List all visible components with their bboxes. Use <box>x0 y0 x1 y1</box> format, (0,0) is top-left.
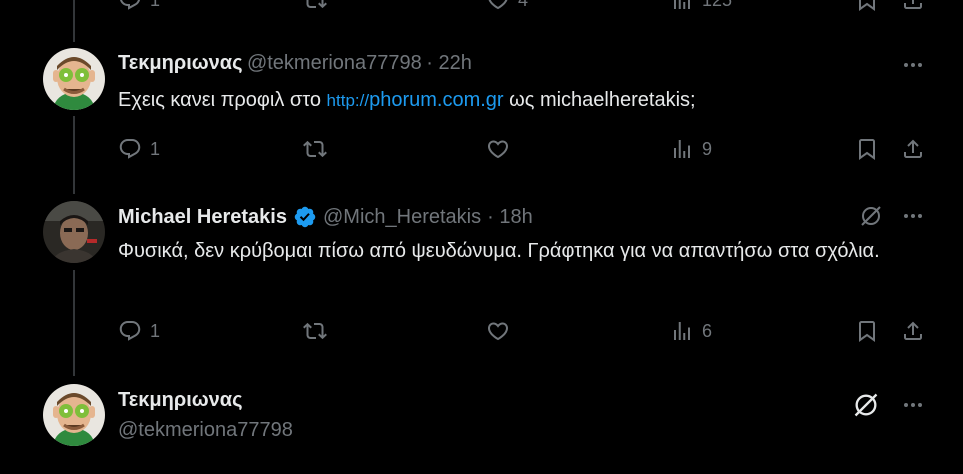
tweet-link[interactable]: http://phorum.com.gr <box>327 89 504 111</box>
share-button[interactable] <box>901 319 925 343</box>
reply-icon <box>118 0 142 12</box>
tweet-header: Michael Heretakis @Mich_Heretakis · 18h <box>118 205 533 229</box>
reply-count: 1 <box>150 138 161 159</box>
link-domain: phorum.com.gr <box>369 89 504 111</box>
like-button[interactable] <box>486 319 510 343</box>
like-button[interactable] <box>486 137 510 161</box>
thread-line <box>73 0 75 42</box>
retweet-button[interactable] <box>303 0 327 12</box>
reply-button[interactable]: 1 <box>118 319 160 343</box>
views-icon <box>670 0 694 12</box>
bookmark-button[interactable] <box>855 0 879 12</box>
more-options-button[interactable] <box>901 53 925 82</box>
retweet-icon <box>303 319 327 343</box>
reply-count: 1 <box>150 0 160 11</box>
bookmark-icon <box>855 319 879 343</box>
share-button[interactable] <box>901 0 925 12</box>
grok-icon <box>852 391 880 419</box>
views-count: 125 <box>702 0 732 11</box>
user-handle[interactable]: @tekmeriona77798 <box>118 419 293 442</box>
retweet-button[interactable] <box>303 137 327 161</box>
reply-count: 1 <box>150 320 161 341</box>
tweet-text: Εχεις κανει προφιλ στο http://phorum.com… <box>118 85 696 116</box>
link-protocol: http:// <box>326 91 370 110</box>
timestamp[interactable]: · 22h <box>426 52 472 74</box>
views-button[interactable]: 125 <box>670 0 732 12</box>
verified-badge-icon[interactable] <box>293 205 317 229</box>
bookmark-icon <box>855 0 879 12</box>
tweet-header: Τεκμηριωνας @tekmeriona77798 · 22h <box>118 52 472 75</box>
more-icon <box>901 393 925 417</box>
share-icon <box>901 0 925 12</box>
heart-icon <box>486 137 510 161</box>
retweet-icon <box>303 137 327 161</box>
timestamp[interactable]: · 18h <box>487 206 533 229</box>
views-count: 9 <box>702 138 713 159</box>
more-icon <box>901 204 925 228</box>
bookmark-button[interactable] <box>855 137 879 161</box>
avatar[interactable] <box>43 201 105 263</box>
retweet-icon <box>303 0 327 12</box>
grok-button[interactable] <box>859 204 883 233</box>
reply-button[interactable]: 1 <box>118 137 160 161</box>
like-button[interactable]: 4 <box>486 0 528 12</box>
tweet-text-part: Εχεις κανει προφιλ στο <box>118 89 327 111</box>
avatar[interactable] <box>43 384 105 446</box>
share-icon <box>901 319 925 343</box>
user-handle[interactable]: @tekmeriona77798 <box>247 52 422 74</box>
avatar[interactable] <box>43 48 105 110</box>
thread-line <box>73 270 75 376</box>
tweet-text-part: ως michaelheretakis; <box>503 89 696 111</box>
views-icon <box>670 137 694 161</box>
views-icon <box>670 319 694 343</box>
grok-icon <box>859 204 883 228</box>
user-handle[interactable]: @Mich_Heretakis <box>323 206 481 229</box>
bookmark-button[interactable] <box>855 319 879 343</box>
more-icon <box>901 53 925 77</box>
tweet-text: Φυσικά, δεν κρύβομαι πίσω από ψευδώνυμα.… <box>118 240 880 262</box>
views-button[interactable]: 6 <box>670 319 712 343</box>
thread-line <box>73 116 75 194</box>
display-name[interactable]: Τεκμηριωνας <box>118 389 242 412</box>
like-count: 4 <box>518 0 528 11</box>
views-button[interactable]: 9 <box>670 137 712 161</box>
bookmark-icon <box>855 137 879 161</box>
heart-icon <box>486 319 510 343</box>
heart-icon <box>486 0 510 12</box>
reply-button[interactable]: 1 <box>118 0 160 12</box>
display-name[interactable]: Michael Heretakis <box>118 206 287 229</box>
views-count: 6 <box>702 320 713 341</box>
grok-button[interactable] <box>852 391 880 424</box>
reply-icon <box>118 137 142 161</box>
display-name[interactable]: Τεκμηριωνας <box>118 52 242 74</box>
retweet-button[interactable] <box>303 319 327 343</box>
more-options-button[interactable] <box>901 204 925 233</box>
share-button[interactable] <box>901 137 925 161</box>
share-icon <box>901 137 925 161</box>
more-options-button[interactable] <box>901 393 925 422</box>
reply-icon <box>118 319 142 343</box>
